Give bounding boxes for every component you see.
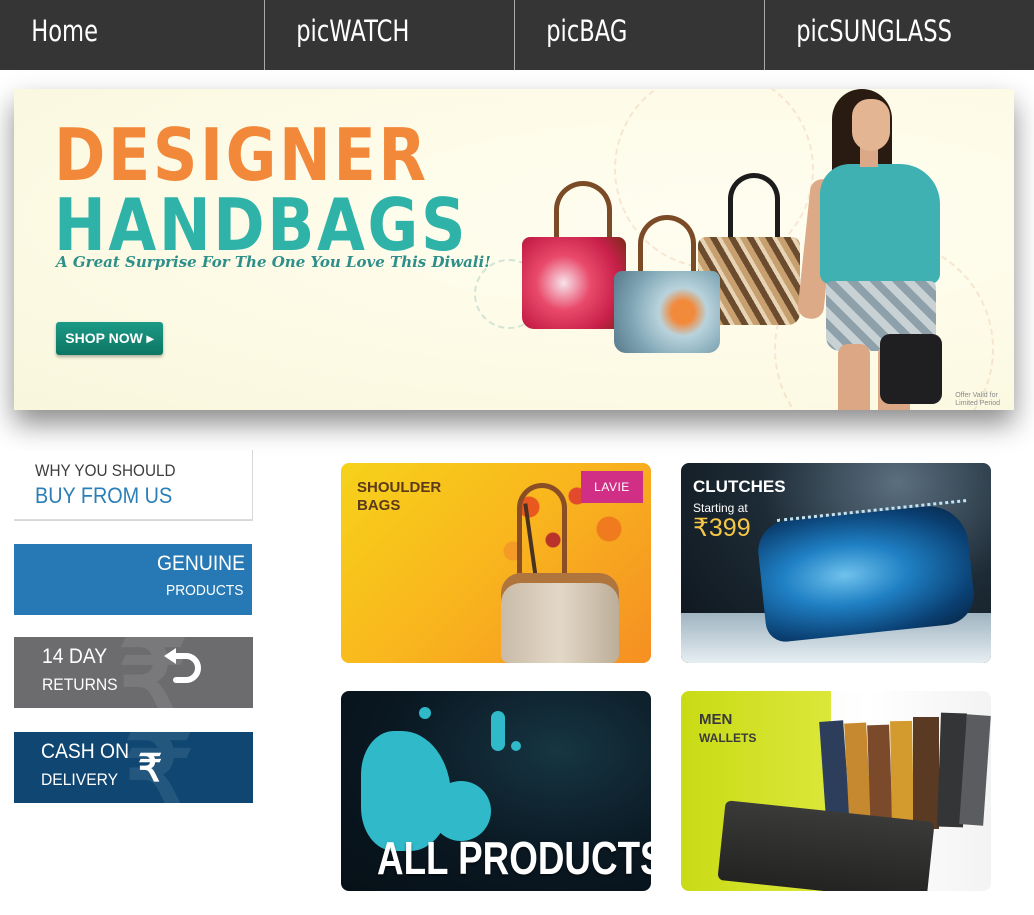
nav-item-picsunglass[interactable]: picSUNGLASS	[765, 0, 1034, 70]
why-buy-box: WHY YOU SHOULD BUY FROM US	[14, 450, 253, 521]
tile-all-products[interactable]: ALL PRODUCTS	[341, 691, 651, 891]
tile-clutches-price: ₹399	[693, 514, 751, 542]
offer-note-line1: Offer Valid for	[955, 392, 998, 399]
feature-cod-big: CASH ON	[41, 740, 130, 763]
tile-all-products-title: ALL PRODUCTS	[377, 832, 651, 884]
tile-shoulder-line1: SHOULDER	[357, 479, 442, 496]
feature-genuine-big: GENUINE	[157, 552, 246, 575]
wallet-item	[890, 720, 914, 832]
nav-item-picbag[interactable]: picBAG	[515, 0, 765, 70]
offer-note-line2: Limited Period	[955, 400, 1000, 407]
tile-shoulder-bags[interactable]: LAVIE SHOULDER BAGS	[341, 463, 651, 663]
tile-clutches[interactable]: CLUTCHES Starting at ₹399	[681, 463, 991, 663]
paint-dot	[419, 707, 431, 719]
feature-cash-on-delivery: ₹ CASH ON DELIVERY ₹	[14, 732, 253, 803]
nav-picsunglass-label[interactable]: picSUNGLASS	[765, 0, 975, 48]
offer-note: Offer Valid for Limited Period	[955, 392, 1000, 408]
rupee-icon: ₹	[138, 748, 163, 790]
model-face	[852, 99, 890, 151]
banner-tagline: A Great Surprise For The One You Love Th…	[56, 253, 491, 271]
nav-home-label[interactable]: Home	[0, 0, 206, 48]
paint-dot	[511, 741, 521, 751]
return-arrow-icon	[164, 648, 201, 683]
lavie-brand-badge: LAVIE	[581, 471, 643, 503]
tile-wallets-line1: MEN	[699, 711, 733, 728]
model-leg	[838, 344, 870, 410]
nav-picwatch-label[interactable]: picWATCH	[265, 0, 459, 48]
why-heading-line2: BUY FROM US	[35, 483, 173, 508]
feature-14-day-returns: ₹ 14 DAY RETURNS	[14, 637, 253, 708]
bag-handle	[554, 181, 612, 241]
feature-genuine-small: PRODUCTS	[166, 582, 244, 599]
model-top	[820, 164, 940, 284]
nav-item-picwatch[interactable]: picWATCH	[265, 0, 515, 70]
nav-item-home[interactable]: Home	[0, 0, 265, 70]
tile-shoulder-line2: BAGS	[357, 497, 401, 514]
feature-genuine-products: GENUINE PRODUCTS	[14, 544, 252, 615]
feature-returns-small: RETURNS	[42, 675, 118, 694]
paint-drip	[491, 711, 505, 751]
tile-wallets-line2: WALLETS	[699, 731, 757, 745]
top-nav: Home picWATCH picBAG picSUNGLASS	[0, 0, 1034, 70]
shop-now-button[interactable]: SHOP NOW ▸	[56, 322, 163, 355]
floral-pink-handbag	[522, 237, 626, 329]
wallet-item	[913, 717, 939, 829]
tile-shoulder-title: SHOULDER BAGS	[357, 479, 441, 515]
feature-cod-small: DELIVERY	[41, 770, 119, 789]
bag-handle	[517, 483, 567, 578]
bag-handle	[728, 173, 780, 241]
bag-handle	[638, 215, 696, 275]
floral-blue-handbag	[614, 271, 720, 353]
why-heading-line1: WHY YOU SHOULD	[35, 461, 176, 480]
model-sling-bag	[880, 334, 942, 404]
tile-wallets-title: MEN WALLETS	[699, 711, 756, 747]
beige-shoulder-bag	[501, 573, 619, 663]
lavie-brand-label: LAVIE	[594, 480, 630, 494]
hero-banner[interactable]: DESIGNER HANDBAGS A Great Surprise For T…	[14, 89, 1014, 410]
feature-returns-big: 14 DAY	[42, 645, 108, 668]
tile-men-wallets[interactable]: MEN WALLETS	[681, 691, 991, 891]
tile-clutches-title: CLUTCHES	[693, 477, 786, 496]
nav-picbag-label[interactable]: picBAG	[515, 0, 709, 48]
